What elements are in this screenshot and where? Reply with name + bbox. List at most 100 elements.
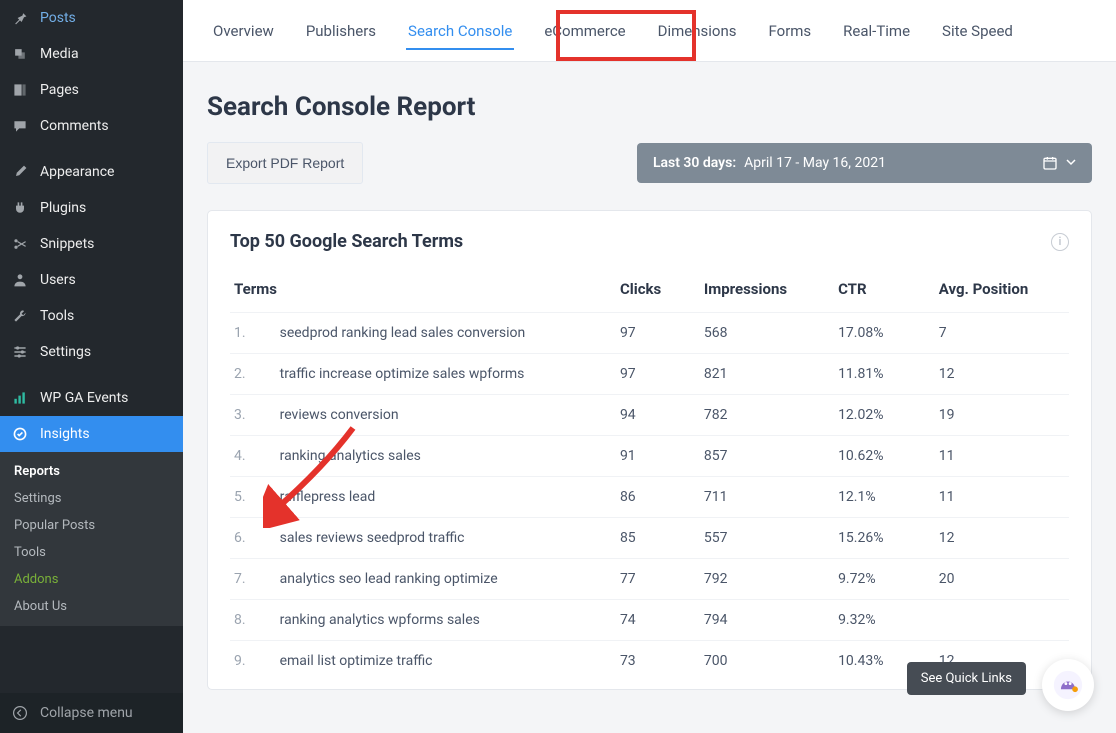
- export-pdf-button[interactable]: Export PDF Report: [207, 142, 363, 184]
- submenu-item-about-us[interactable]: About Us: [0, 593, 183, 620]
- sidebar-item-wp-ga-events[interactable]: WP GA Events: [0, 380, 183, 416]
- sidebar-item-label: Comments: [40, 118, 109, 134]
- sidebar-item-label: Insights: [40, 426, 90, 442]
- page-title: Search Console Report: [207, 92, 1092, 122]
- cell-clicks: 85: [616, 518, 700, 559]
- user-icon: [10, 270, 30, 290]
- search-terms-card: Top 50 Google Search Terms i TermsClicks…: [207, 210, 1092, 690]
- collapse-label: Collapse menu: [40, 705, 133, 721]
- cell-term: sales reviews seedprod traffic: [276, 518, 616, 559]
- cell-avg-position: 19: [935, 395, 1069, 436]
- cell-impressions: 821: [700, 354, 834, 395]
- cell-clicks: 91: [616, 436, 700, 477]
- cell-clicks: 74: [616, 600, 700, 641]
- scissors-icon: [10, 234, 30, 254]
- tab-real-time[interactable]: Real-Time: [841, 2, 912, 60]
- sidebar-item-tools[interactable]: Tools: [0, 298, 183, 334]
- row-index: 8.: [230, 600, 276, 641]
- tab-dimensions[interactable]: Dimensions: [656, 2, 739, 60]
- cell-clicks: 73: [616, 641, 700, 682]
- plug-icon: [10, 198, 30, 218]
- cell-clicks: 97: [616, 313, 700, 354]
- collapse-menu-button[interactable]: Collapse menu: [0, 693, 183, 733]
- tab-ecommerce[interactable]: eCommerce: [542, 2, 627, 60]
- cell-impressions: 782: [700, 395, 834, 436]
- ga-icon: [10, 388, 30, 408]
- cell-avg-position: 12: [935, 354, 1069, 395]
- report-tabs: Overview Publishers Search Console eCommerc…: [183, 0, 1116, 62]
- col-header: Clicks: [616, 266, 700, 313]
- table-row: 5.rafflepress lead8671112.1%11: [230, 477, 1069, 518]
- table-row: 1.seedprod ranking lead sales conversion…: [230, 313, 1069, 354]
- cell-term: ranking analytics wpforms sales: [276, 600, 616, 641]
- insights-submenu: ReportsSettingsPopular PostsToolsAddonsA…: [0, 452, 183, 626]
- cell-ctr: 11.81%: [834, 354, 935, 395]
- cell-impressions: 568: [700, 313, 834, 354]
- sliders-icon: [10, 342, 30, 362]
- submenu-item-settings[interactable]: Settings: [0, 485, 183, 512]
- sidebar-item-snippets[interactable]: Snippets: [0, 226, 183, 262]
- cell-ctr: 12.1%: [834, 477, 935, 518]
- tab-site-speed[interactable]: Site Speed: [940, 2, 1015, 60]
- submenu-item-tools[interactable]: Tools: [0, 539, 183, 566]
- submenu-item-addons[interactable]: Addons: [0, 566, 183, 593]
- table-row: 2.traffic increase optimize sales wpform…: [230, 354, 1069, 395]
- date-range-picker[interactable]: Last 30 days: April 17 - May 16, 2021: [637, 143, 1092, 183]
- quick-links-button[interactable]: [1042, 659, 1094, 711]
- cell-impressions: 700: [700, 641, 834, 682]
- sidebar-item-appearance[interactable]: Appearance: [0, 154, 183, 190]
- table-row: 7.analytics seo lead ranking optimize777…: [230, 559, 1069, 600]
- admin-sidebar: Posts Media Pages Comments Appearance Plugin…: [0, 0, 183, 733]
- cell-ctr: 9.32%: [834, 600, 935, 641]
- tab-publishers[interactable]: Publishers: [304, 2, 378, 60]
- sidebar-item-label: Users: [40, 272, 76, 288]
- row-index: 4.: [230, 436, 276, 477]
- cell-clicks: 77: [616, 559, 700, 600]
- row-index: 2.: [230, 354, 276, 395]
- cell-ctr: 9.72%: [834, 559, 935, 600]
- tab-forms[interactable]: Forms: [767, 2, 814, 60]
- table-row: 6.sales reviews seedprod traffic8555715.…: [230, 518, 1069, 559]
- tab-overview[interactable]: Overview: [211, 2, 276, 60]
- sidebar-item-settings[interactable]: Settings: [0, 334, 183, 370]
- cell-clicks: 97: [616, 354, 700, 395]
- col-header: Avg. Position: [935, 266, 1069, 313]
- row-index: 5.: [230, 477, 276, 518]
- sidebar-item-label: Snippets: [40, 236, 94, 252]
- cell-clicks: 86: [616, 477, 700, 518]
- sidebar-item-insights[interactable]: Insights: [0, 416, 183, 452]
- cell-term: reviews conversion: [276, 395, 616, 436]
- sidebar-item-media[interactable]: Media: [0, 36, 183, 72]
- cell-impressions: 557: [700, 518, 834, 559]
- sidebar-item-label: Appearance: [40, 164, 114, 180]
- cell-term: seedprod ranking lead sales conversion: [276, 313, 616, 354]
- info-icon[interactable]: i: [1051, 233, 1069, 251]
- row-index: 3.: [230, 395, 276, 436]
- page-icon: [10, 80, 30, 100]
- sidebar-item-label: Media: [40, 46, 79, 62]
- cell-impressions: 792: [700, 559, 834, 600]
- media-icon: [10, 44, 30, 64]
- row-index: 9.: [230, 641, 276, 682]
- sidebar-item-pages[interactable]: Pages: [0, 72, 183, 108]
- cell-avg-position: 11: [935, 436, 1069, 477]
- cell-impressions: 794: [700, 600, 834, 641]
- cell-ctr: 15.26%: [834, 518, 935, 559]
- tab-search-console[interactable]: Search Console: [406, 2, 514, 60]
- quick-links-tooltip: See Quick Links: [907, 662, 1026, 695]
- sidebar-item-users[interactable]: Users: [0, 262, 183, 298]
- cell-avg-position: 7: [935, 313, 1069, 354]
- comment-icon: [10, 116, 30, 136]
- submenu-item-popular-posts[interactable]: Popular Posts: [0, 512, 183, 539]
- sidebar-item-posts[interactable]: Posts: [0, 0, 183, 36]
- sidebar-item-comments[interactable]: Comments: [0, 108, 183, 144]
- submenu-item-reports[interactable]: Reports: [0, 458, 183, 485]
- sidebar-item-label: Tools: [40, 308, 74, 324]
- cell-term: rafflepress lead: [276, 477, 616, 518]
- sidebar-item-plugins[interactable]: Plugins: [0, 190, 183, 226]
- table-row: 4.ranking analytics sales9185710.62%11: [230, 436, 1069, 477]
- date-range-label: Last 30 days:: [653, 155, 736, 171]
- row-index: 6.: [230, 518, 276, 559]
- col-header: CTR: [834, 266, 935, 313]
- cell-term: email list optimize traffic: [276, 641, 616, 682]
